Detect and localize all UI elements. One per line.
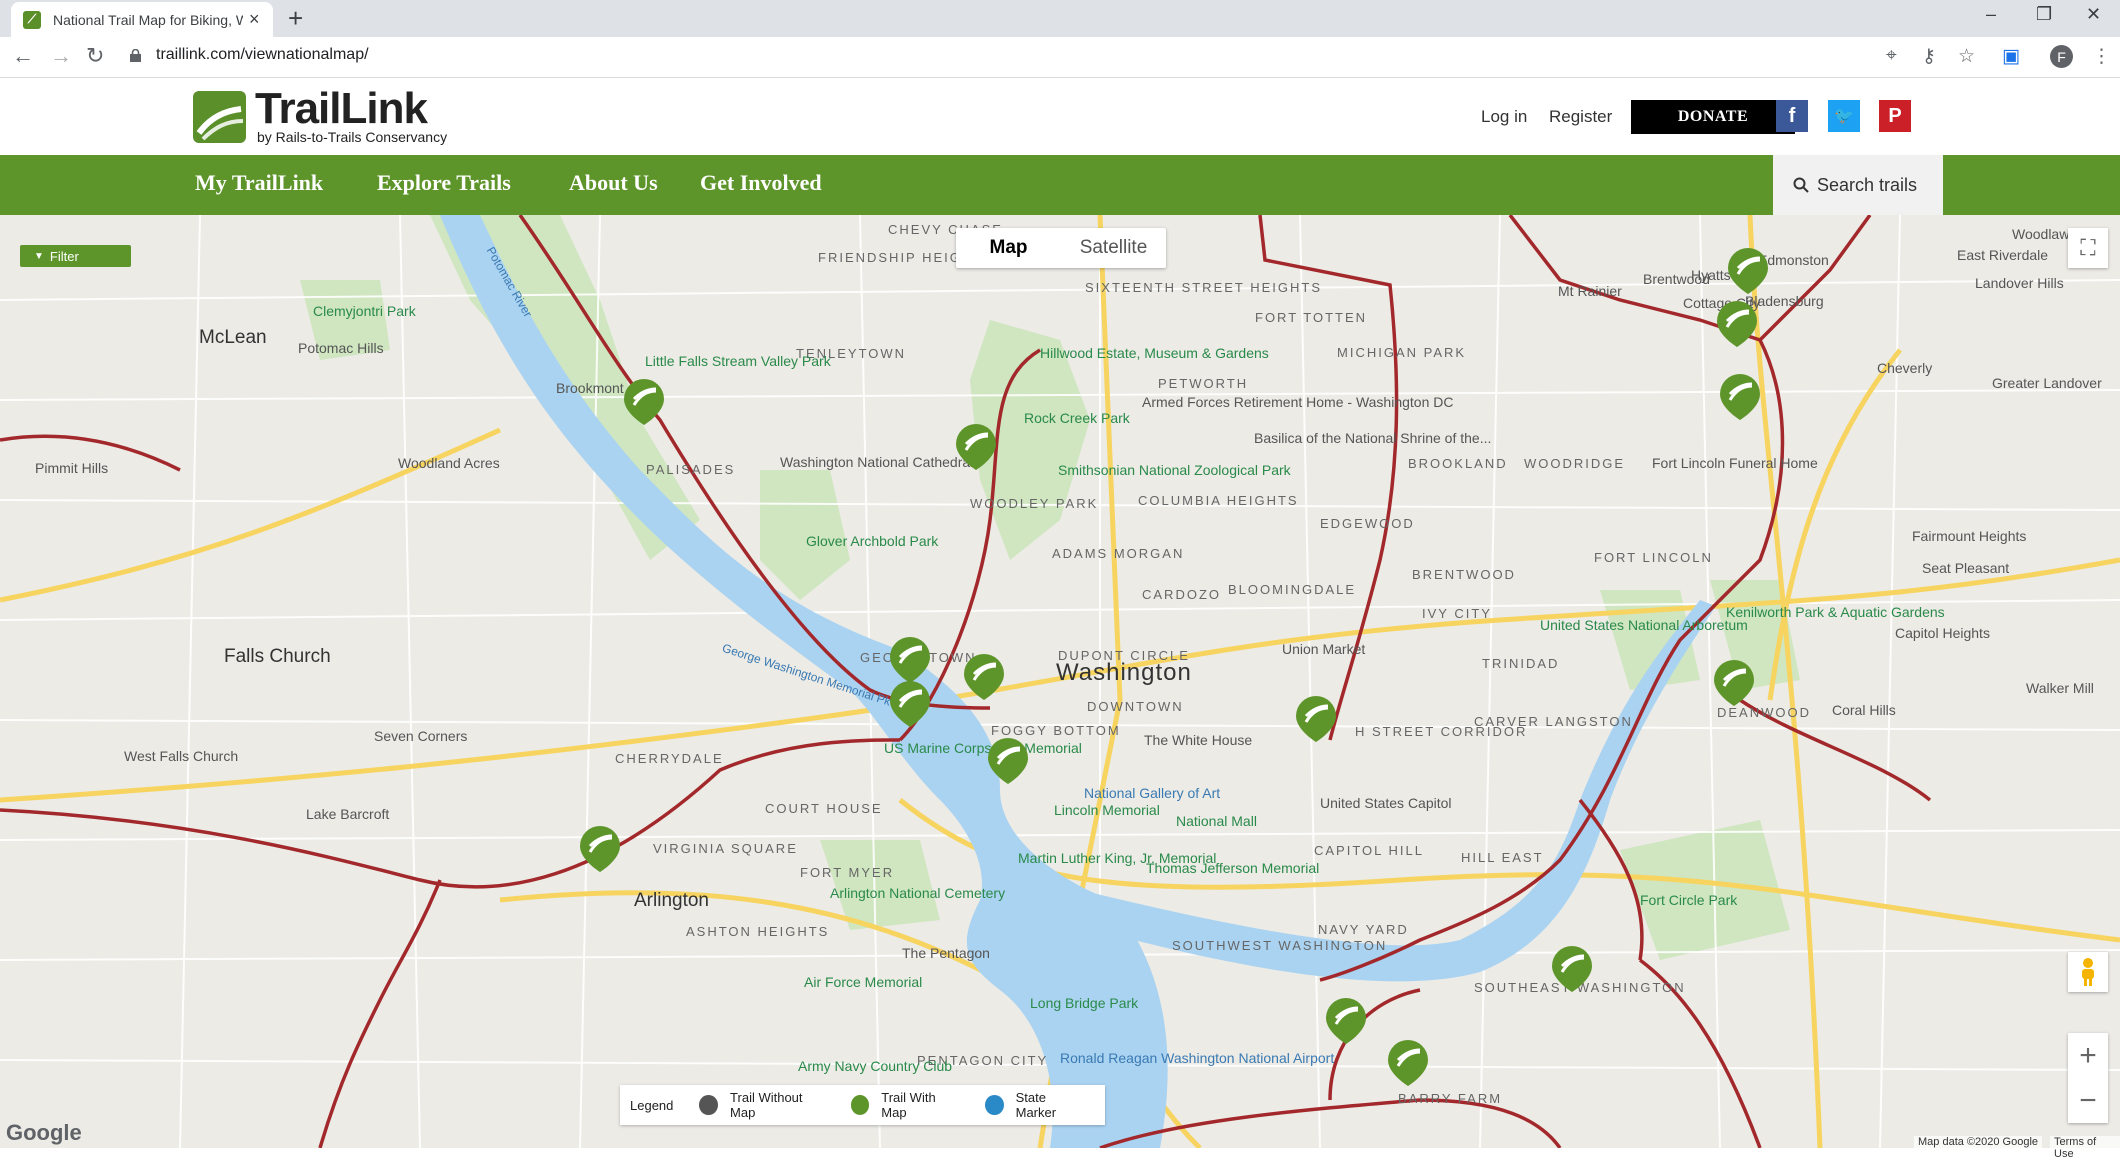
filter-label: Filter bbox=[49, 248, 79, 264]
map-type-control: Map Satellite bbox=[956, 228, 1166, 268]
trail-with-map-marker[interactable] bbox=[1715, 283, 1759, 349]
map-type-map-button[interactable]: Map bbox=[956, 228, 1061, 268]
legend-item-label: Trail Without Map bbox=[730, 1090, 803, 1120]
trail-with-map-marker[interactable] bbox=[1294, 678, 1338, 744]
trail-with-map-marker[interactable] bbox=[622, 361, 666, 427]
trail-without-map-icon bbox=[699, 1095, 719, 1115]
map-attribution: Map data ©2020 Google bbox=[1914, 1136, 2043, 1148]
map-type-satellite-button[interactable]: Satellite bbox=[1061, 228, 1166, 268]
filter-button[interactable]: ▼ Filter bbox=[20, 245, 131, 267]
trail-with-map-icon bbox=[850, 1095, 870, 1115]
zoom-in-button[interactable]: + bbox=[2068, 1033, 2108, 1078]
terms-of-use-link[interactable]: Terms of Use bbox=[2050, 1136, 2120, 1160]
trail-with-map-marker[interactable] bbox=[888, 619, 932, 685]
zoom-out-button[interactable]: − bbox=[2068, 1078, 2108, 1123]
trail-with-map-marker[interactable] bbox=[1324, 980, 1368, 1046]
map-legend: Legend Trail Without Map Trail With Map … bbox=[620, 1085, 1105, 1125]
fullscreen-icon[interactable]: ⛶ bbox=[2068, 228, 2108, 268]
trail-with-map-marker[interactable] bbox=[962, 636, 1006, 702]
trail-with-map-marker[interactable] bbox=[986, 720, 1030, 786]
trail-with-map-marker[interactable] bbox=[1386, 1022, 1430, 1088]
trail-with-map-marker[interactable] bbox=[1718, 356, 1762, 422]
trail-with-map-marker[interactable] bbox=[578, 808, 622, 874]
zoom-control: + − bbox=[2068, 1033, 2108, 1123]
trail-with-map-marker[interactable] bbox=[1712, 642, 1756, 708]
legend-item-label: Trail With Map bbox=[881, 1090, 936, 1120]
state-marker-icon bbox=[984, 1095, 1004, 1115]
filter-icon: ▼ bbox=[34, 250, 44, 262]
street-view-pegman-icon[interactable] bbox=[2068, 952, 2108, 992]
legend-title: Legend bbox=[630, 1097, 674, 1113]
trail-with-map-marker[interactable] bbox=[954, 406, 998, 472]
trail-with-map-marker[interactable] bbox=[1550, 928, 1594, 994]
trail-with-map-marker[interactable] bbox=[1726, 230, 1770, 296]
google-logo[interactable]: Google bbox=[6, 1120, 82, 1146]
trail-marker-layer bbox=[578, 230, 1770, 1088]
legend-item-label: State Marker bbox=[1015, 1090, 1057, 1120]
